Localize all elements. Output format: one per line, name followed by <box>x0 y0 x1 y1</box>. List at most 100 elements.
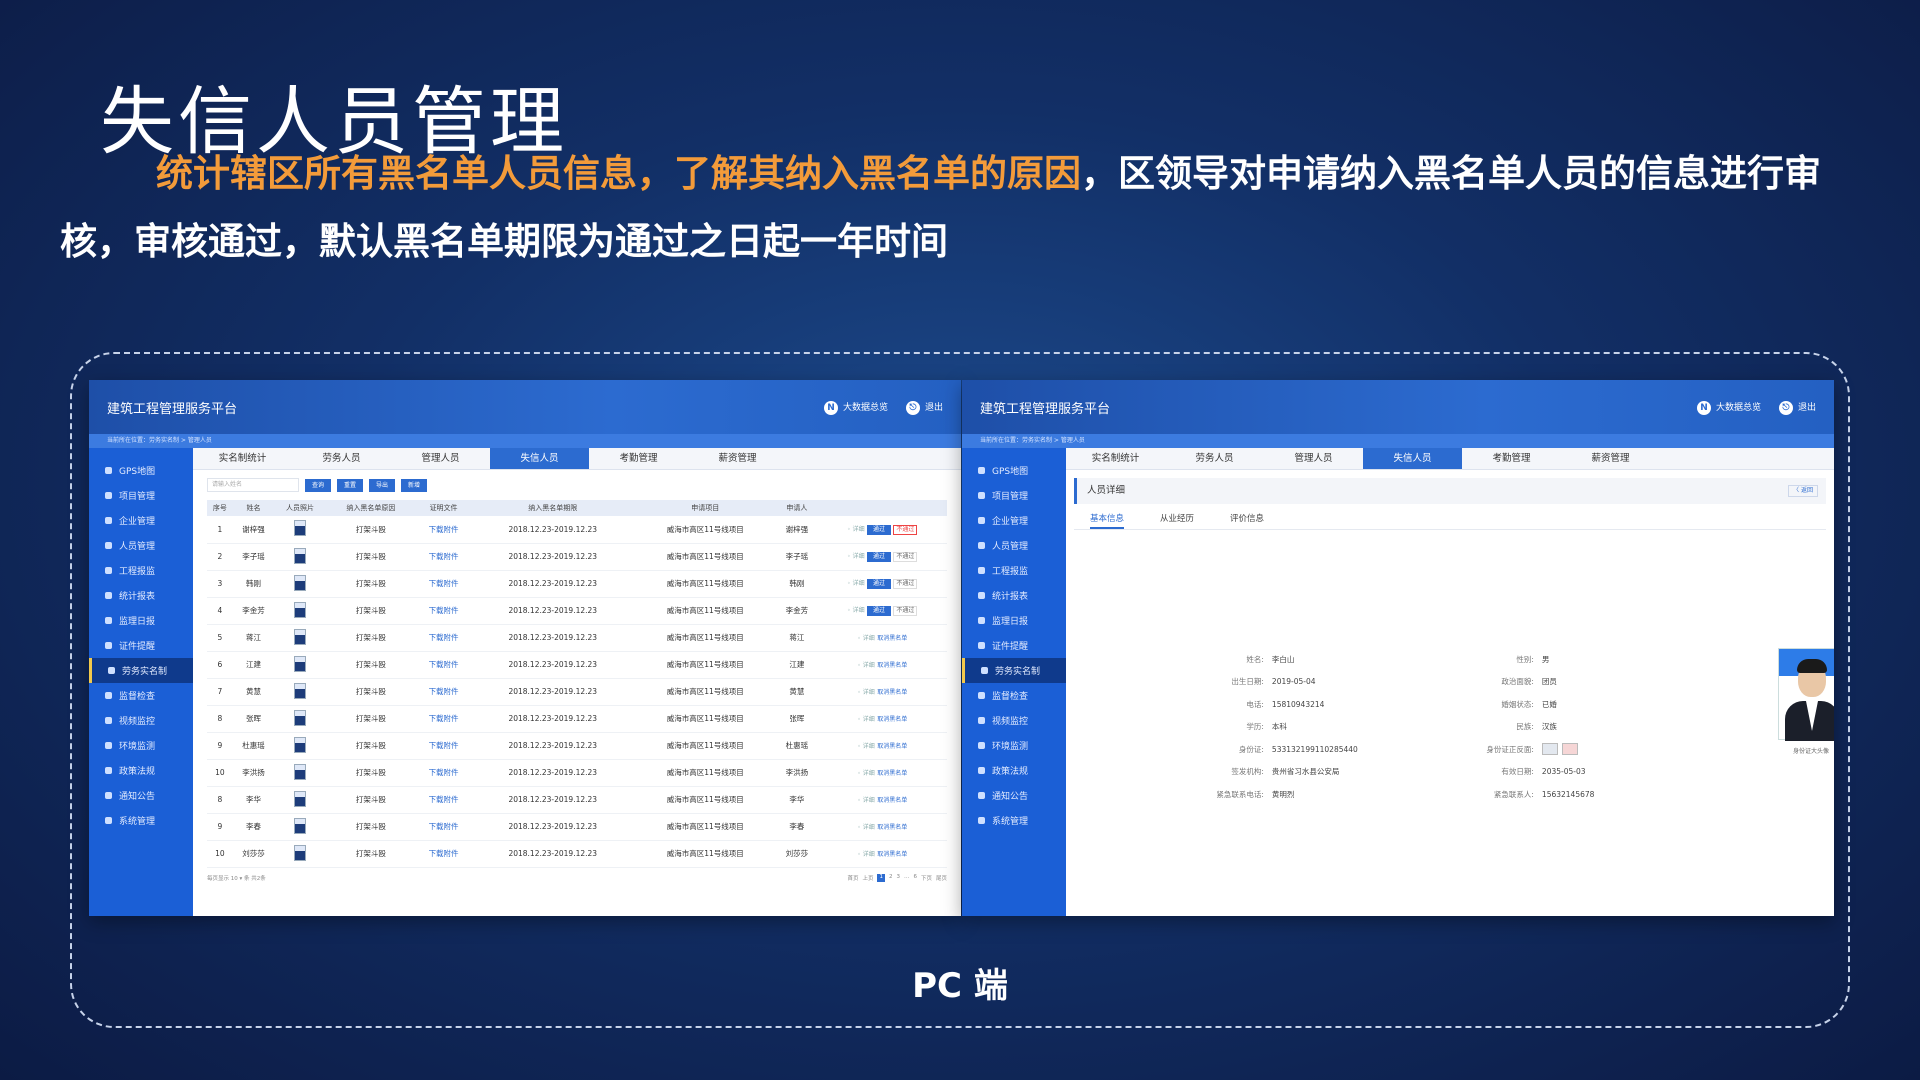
download-link[interactable]: 下载附件 <box>429 795 459 804</box>
pager-first[interactable]: 首页 <box>847 874 858 882</box>
tab[interactable]: 失信人员 <box>490 448 589 469</box>
pager-page[interactable]: … <box>904 874 910 882</box>
remove-blacklist-link[interactable]: 取消黑名单 <box>877 797 907 804</box>
sidebar-item[interactable]: 环境监测 <box>962 733 1066 758</box>
sidebar-item[interactable]: 政策法规 <box>962 758 1066 783</box>
remove-blacklist-link[interactable]: 取消黑名单 <box>877 635 907 642</box>
pass-button[interactable]: 通过 <box>867 579 892 589</box>
detail-link[interactable]: ◦ 详细 <box>857 662 874 669</box>
sidebar-item[interactable]: 工程报监 <box>89 558 193 583</box>
tab[interactable]: 管理人员 <box>391 448 490 469</box>
tab[interactable]: 考勤管理 <box>589 448 688 469</box>
detail-subtab[interactable]: 评价信息 <box>1230 512 1264 529</box>
download-link[interactable]: 下载附件 <box>429 579 459 588</box>
back-button[interactable]: 〈 返回 <box>1788 485 1818 497</box>
sidebar-item[interactable]: 劳务实名制 <box>962 658 1066 683</box>
fail-button[interactable]: 不通过 <box>893 606 918 616</box>
sidebar-item[interactable]: 统计报表 <box>89 583 193 608</box>
tab[interactable]: 薪资管理 <box>1561 448 1660 469</box>
remove-blacklist-link[interactable]: 取消黑名单 <box>877 716 907 723</box>
detail-link[interactable]: ◦ 详细 <box>847 580 864 587</box>
bigdata-link-2[interactable]: N 大数据总览 <box>1696 400 1761 415</box>
detail-link[interactable]: ◦ 详细 <box>857 689 874 696</box>
sidebar-item[interactable]: GPS地图 <box>89 458 193 483</box>
remove-blacklist-link[interactable]: 取消黑名单 <box>877 662 907 669</box>
download-link[interactable]: 下载附件 <box>429 525 459 534</box>
download-link[interactable]: 下载附件 <box>429 822 459 831</box>
tab[interactable]: 实名制统计 <box>193 448 292 469</box>
remove-blacklist-link[interactable]: 取消黑名单 <box>877 743 907 750</box>
detail-link[interactable]: ◦ 详细 <box>857 797 874 804</box>
pager-page[interactable]: 6 <box>913 874 917 882</box>
download-link[interactable]: 下载附件 <box>429 768 459 777</box>
detail-subtab[interactable]: 从业经历 <box>1160 512 1194 529</box>
sidebar-item[interactable]: 通知公告 <box>962 783 1066 808</box>
sidebar-item[interactable]: 企业管理 <box>962 508 1066 533</box>
export-button[interactable]: 导出 <box>369 478 395 492</box>
detail-link[interactable]: ◦ 详细 <box>857 770 874 777</box>
remove-blacklist-link[interactable]: 取消黑名单 <box>877 689 907 696</box>
pass-button[interactable]: 通过 <box>867 524 892 535</box>
detail-link[interactable]: ◦ 详细 <box>847 607 864 614</box>
tab[interactable]: 薪资管理 <box>688 448 787 469</box>
pager-page[interactable]: 1 <box>877 873 885 882</box>
sidebar-item[interactable]: 企业管理 <box>89 508 193 533</box>
sidebar-item[interactable]: GPS地图 <box>962 458 1066 483</box>
sidebar-item[interactable]: 视频监控 <box>89 708 193 733</box>
tab[interactable]: 管理人员 <box>1264 448 1363 469</box>
sidebar-item[interactable]: 监理日报 <box>89 608 193 633</box>
sidebar-item[interactable]: 统计报表 <box>962 583 1066 608</box>
sidebar-item[interactable]: 证件提醒 <box>962 633 1066 658</box>
download-link[interactable]: 下载附件 <box>429 552 459 561</box>
sidebar-item[interactable]: 视频监控 <box>962 708 1066 733</box>
sidebar-item[interactable]: 监督检查 <box>89 683 193 708</box>
pager-next[interactable]: 下页 <box>921 874 932 882</box>
detail-link[interactable]: ◦ 详细 <box>857 635 874 642</box>
tab[interactable]: 失信人员 <box>1363 448 1462 469</box>
detail-link[interactable]: ◦ 详细 <box>857 743 874 750</box>
fail-button[interactable]: 不通过 <box>893 579 918 589</box>
search-input[interactable]: 请输入姓名 <box>207 478 299 492</box>
query-button[interactable]: 查询 <box>305 478 331 492</box>
pass-button[interactable]: 通过 <box>867 606 892 616</box>
detail-link[interactable]: ◦ 详细 <box>847 553 864 560</box>
sidebar-item[interactable]: 系统管理 <box>89 808 193 833</box>
sidebar-item[interactable]: 通知公告 <box>89 783 193 808</box>
tab[interactable]: 劳务人员 <box>1165 448 1264 469</box>
pager-prev[interactable]: 上页 <box>862 874 873 882</box>
fail-button[interactable]: 不通过 <box>893 552 918 562</box>
download-link[interactable]: 下载附件 <box>429 714 459 723</box>
sidebar-item[interactable]: 政策法规 <box>89 758 193 783</box>
sidebar-item[interactable]: 人员管理 <box>89 533 193 558</box>
tab[interactable]: 劳务人员 <box>292 448 391 469</box>
detail-link[interactable]: ◦ 详细 <box>857 716 874 723</box>
detail-link[interactable]: ◦ 详细 <box>857 851 874 858</box>
tab[interactable]: 考勤管理 <box>1462 448 1561 469</box>
sidebar-item[interactable]: 项目管理 <box>962 483 1066 508</box>
bigdata-link[interactable]: N 大数据总览 <box>823 400 888 415</box>
remove-blacklist-link[interactable]: 取消黑名单 <box>877 824 907 831</box>
download-link[interactable]: 下载附件 <box>429 849 459 858</box>
detail-subtab[interactable]: 基本信息 <box>1090 512 1125 529</box>
sidebar-item[interactable]: 项目管理 <box>89 483 193 508</box>
sidebar-item[interactable]: 监督检查 <box>962 683 1066 708</box>
fail-button[interactable]: 不通过 <box>893 524 918 535</box>
detail-link[interactable]: ◦ 详细 <box>857 824 874 831</box>
download-link[interactable]: 下载附件 <box>429 687 459 696</box>
pager-page[interactable]: 2 <box>889 874 893 882</box>
sidebar-item[interactable]: 人员管理 <box>962 533 1066 558</box>
remove-blacklist-link[interactable]: 取消黑名单 <box>877 770 907 777</box>
download-link[interactable]: 下载附件 <box>429 741 459 750</box>
logout-link[interactable]: ⎋ 退出 <box>905 400 943 415</box>
download-link[interactable]: 下载附件 <box>429 606 459 615</box>
sidebar-item[interactable]: 系统管理 <box>962 808 1066 833</box>
pager-last[interactable]: 尾页 <box>936 874 947 882</box>
sidebar-item[interactable]: 证件提醒 <box>89 633 193 658</box>
sidebar-item[interactable]: 监理日报 <box>962 608 1066 633</box>
pass-button[interactable]: 通过 <box>867 552 892 562</box>
add-button[interactable]: 新增 <box>401 478 427 492</box>
pager-page[interactable]: 3 <box>896 874 900 882</box>
sidebar-item[interactable]: 环境监测 <box>89 733 193 758</box>
sidebar-item[interactable]: 工程报监 <box>962 558 1066 583</box>
detail-link[interactable]: ◦ 详细 <box>847 526 864 533</box>
